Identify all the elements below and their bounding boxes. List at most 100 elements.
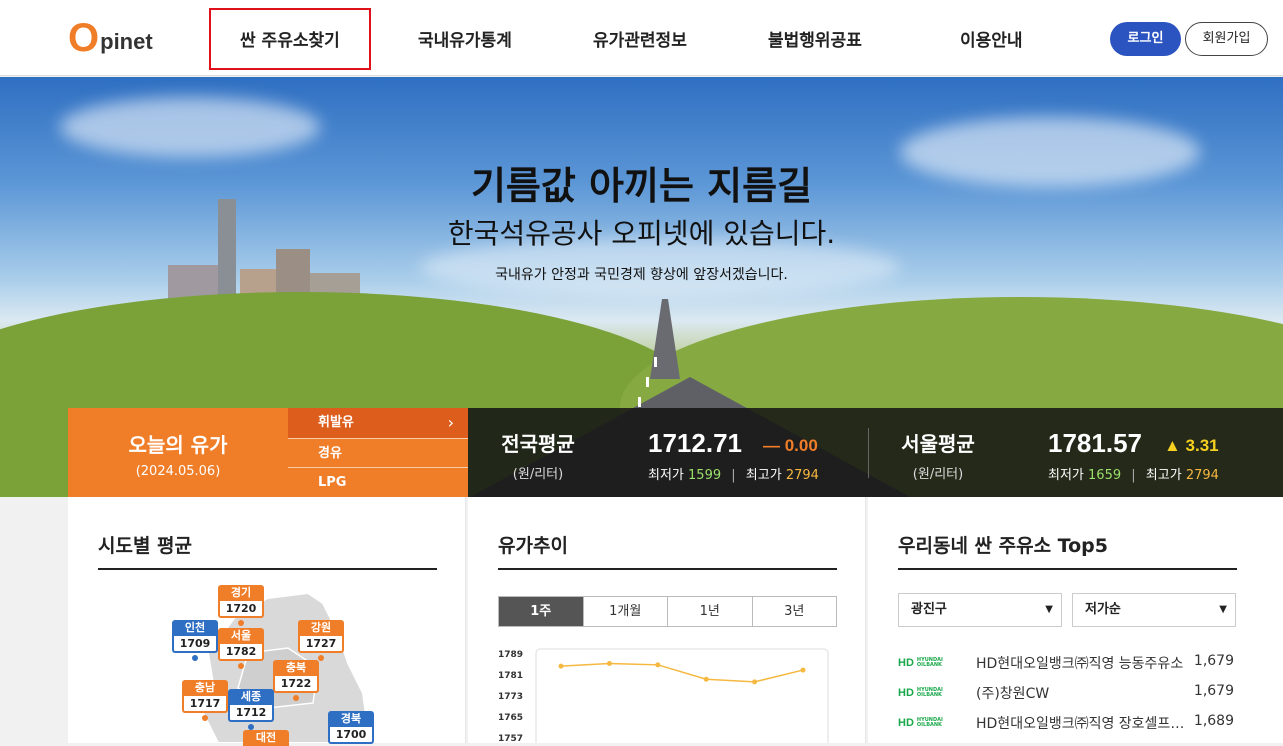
region-select[interactable]: 광진구 ▼ (898, 593, 1062, 627)
login-button[interactable]: 로그인 (1110, 22, 1181, 56)
seoul-avg-label: 서울평균 (원/리터) (878, 428, 998, 482)
brand-text: HYUNDAI OILBANK (917, 718, 943, 728)
logo-o: O (68, 16, 100, 60)
tab-1week[interactable]: 1주 (499, 597, 583, 626)
national-avg-unit: (원/리터) (512, 467, 564, 482)
region-name: 충남 (182, 680, 228, 696)
tab-gasoline-label: 휘발유 (318, 415, 354, 430)
data-point[interactable] (558, 663, 564, 669)
brand-text: HYUNDAI OILBANK (917, 658, 943, 668)
y-tick-label: 1773 (498, 692, 523, 702)
price-trend-panel: 유가추이 1주 1개월 1년 3년 1789 1781 1773 1765 1757 (468, 497, 866, 743)
max-label: 최고가 (745, 468, 782, 483)
y-tick-label: 1781 (498, 671, 523, 681)
title-underline (498, 568, 837, 570)
national-avg-price: 1712.71 (648, 428, 742, 458)
region-marker (192, 655, 198, 661)
seoul-min-price: 1659 (1088, 468, 1122, 483)
brand-mark: HD (898, 687, 914, 699)
lane-mark (638, 397, 641, 407)
brand-sub: OILBANK (916, 662, 942, 668)
y-tick-label: 1789 (498, 650, 523, 660)
region-value: 1717 (182, 696, 228, 713)
sort-select[interactable]: 저가순 ▼ (1072, 593, 1236, 627)
station-item[interactable]: HD HYUNDAI OILBANK HD현대오일뱅크㈜직영 능동주유소 1,67… (898, 653, 1237, 675)
separator: | (1131, 468, 1136, 483)
fuel-type-tabs: 휘발유 › 경유 LPG (288, 408, 468, 497)
join-button[interactable]: 회원가입 (1185, 22, 1268, 56)
tab-gasoline[interactable]: 휘발유 › (288, 408, 468, 438)
data-point[interactable] (606, 661, 612, 666)
tab-diesel[interactable]: 경유 (288, 437, 468, 468)
brand-sub: OILBANK (916, 722, 942, 728)
nav-cheap-station[interactable]: 싼 주유소찾기 (240, 26, 340, 51)
region-name: 충북 (273, 660, 319, 676)
region-gangwon[interactable]: 강원 1727 (298, 620, 344, 661)
caret-down-icon: ▼ (1045, 604, 1053, 615)
region-gyeonggi[interactable]: 경기 1720 (218, 585, 264, 626)
sido-title: 시도별 평균 (98, 535, 193, 557)
region-marker (238, 620, 244, 626)
title-underline (898, 568, 1237, 570)
logo-text: pinet (100, 29, 153, 54)
data-point[interactable] (752, 679, 758, 685)
region-name: 인천 (172, 620, 218, 636)
tab-3year[interactable]: 3년 (751, 597, 837, 626)
hd-oilbank-icon: HD HYUNDAI OILBANK (898, 717, 943, 729)
tab-1year[interactable]: 1년 (667, 597, 752, 626)
min-label: 최저가 (648, 468, 684, 483)
region-marker (238, 663, 244, 669)
region-marker (293, 695, 299, 701)
station-item[interactable]: HD HYUNDAI OILBANK HD현대오일뱅크㈜직영 장호셀프주유소 1,… (898, 713, 1237, 735)
brand-text: HYUNDAI OILBANK (917, 688, 943, 698)
period-tabs: 1주 1개월 1년 3년 (498, 596, 837, 627)
tab-1month[interactable]: 1개월 (582, 597, 668, 626)
brand-mark: HD (898, 717, 914, 729)
station-price: 1,679 (1193, 683, 1234, 699)
top5-panel: 우리동네 싼 주유소 Top5 광진구 ▼ 저가순 ▼ HD HYUNDAI OI… (868, 497, 1283, 743)
nav-domestic-stats[interactable]: 국내유가통계 (418, 26, 512, 51)
today-price-box: 오늘의 유가 (2024.05.06) (68, 408, 288, 497)
seoul-avg-price: 1781.57 (1048, 428, 1142, 458)
lane-mark (646, 377, 649, 387)
brand-mark: HD (898, 657, 914, 669)
region-chungnam[interactable]: 충남 1717 (182, 680, 228, 721)
seoul-avg-title: 서울평균 (901, 432, 975, 456)
station-price: 1,689 (1193, 713, 1234, 729)
data-point[interactable] (703, 676, 709, 682)
region-gyeongbuk[interactable]: 경북 1700 (328, 711, 374, 744)
region-sejong[interactable]: 세종 1712 (228, 689, 274, 730)
trend-title: 유가추이 (498, 535, 568, 557)
cloud (60, 97, 320, 157)
region-chungbuk[interactable]: 충북 1722 (273, 660, 319, 701)
station-price: 1,679 (1193, 653, 1234, 669)
opinet-logo[interactable]: O pinet (68, 16, 153, 60)
data-point[interactable] (800, 667, 806, 673)
nav-guide[interactable]: 이용안내 (960, 26, 1023, 51)
station-item[interactable]: HD HYUNDAI OILBANK (주)창원CW 1,679 (898, 683, 1237, 705)
data-point[interactable] (655, 662, 661, 668)
nav-oil-info[interactable]: 유가관련정보 (593, 26, 687, 51)
region-seoul[interactable]: 서울 1782 (218, 628, 264, 669)
region-value: 1700 (328, 727, 374, 744)
hd-oilbank-icon: HD HYUNDAI OILBANK (898, 657, 943, 669)
region-daejeon[interactable]: 대전 (243, 730, 289, 746)
station-name: HD현대오일뱅크㈜직영 능동주유소 (976, 656, 1184, 672)
today-title: 오늘의 유가 (128, 433, 228, 457)
separator: | (731, 468, 736, 483)
region-name: 경기 (218, 585, 264, 601)
nav-violation-notice[interactable]: 불법행위공표 (768, 26, 862, 51)
region-value: 1712 (228, 705, 274, 722)
tab-lpg[interactable]: LPG (288, 467, 468, 497)
hero-subtitle: 한국석유공사 오피넷에 있습니다. (447, 217, 836, 250)
brand-sub: OILBANK (916, 692, 942, 698)
region-incheon[interactable]: 인천 1709 (172, 620, 218, 661)
hero-title: 기름값 아끼는 지름길 (470, 164, 813, 208)
region-value: 1709 (172, 636, 218, 653)
divider (868, 428, 869, 478)
region-value: 1722 (273, 676, 319, 693)
hero-tagline: 국내유가 안정과 국민경제 향상에 앞장서겠습니다. (495, 267, 788, 283)
average-price-bar: 전국평균 (원/리터) 1712.71 — 0.00 최저가 1599 | 최고… (468, 408, 1283, 497)
region-name: 서울 (218, 628, 264, 644)
region-marker (202, 715, 208, 721)
